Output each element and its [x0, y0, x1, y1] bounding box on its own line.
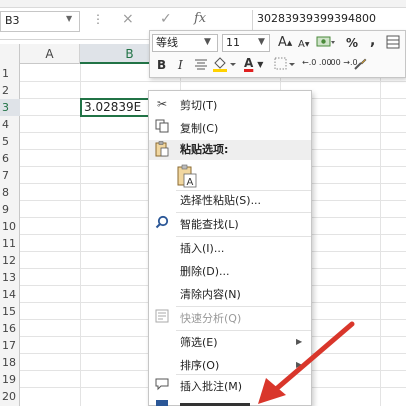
menu-item-format-cells-partial[interactable]	[180, 401, 260, 406]
menu-item-filter[interactable]	[149, 332, 311, 354]
row-header[interactable]: 1	[0, 65, 20, 82]
chevron-down-icon: ▼	[257, 60, 264, 69]
clipboard-paste-icon: A	[177, 164, 197, 188]
menu-item-paste-special-label: 选择性粘贴(S)...	[180, 194, 262, 207]
paint-bucket-icon	[213, 57, 236, 72]
menu-item-clear-contents-label: 清除内容(N)	[180, 288, 241, 301]
table-icon	[386, 35, 400, 49]
row-header[interactable]: 5	[0, 133, 20, 150]
cancel-icon[interactable]: ×	[122, 11, 134, 27]
menu-item-insert-label: 插入(I)...	[180, 242, 225, 255]
insert-function-button[interactable]: fx	[194, 11, 206, 26]
row-header[interactable]: 16	[0, 320, 20, 337]
shrink-font-button[interactable]: A▼	[298, 38, 309, 52]
menu-item-copy[interactable]	[149, 118, 311, 140]
align-icon	[195, 59, 207, 70]
brush-icon	[354, 58, 367, 70]
menu-item-insert[interactable]	[149, 238, 311, 260]
cell-value: 3.02839E	[84, 100, 142, 114]
row-header[interactable]: 17	[0, 337, 20, 354]
menu-item-cut[interactable]	[149, 95, 311, 117]
borders-button[interactable]	[274, 56, 298, 75]
format-cells-icon[interactable]	[386, 35, 400, 52]
menu-separator	[176, 330, 311, 331]
row-header[interactable]: 7	[0, 167, 20, 184]
row-header[interactable]: 9	[0, 201, 20, 218]
scissors-icon: ✂	[156, 97, 168, 111]
select-all-corner[interactable]	[0, 44, 20, 64]
menu-item-smart-lookup-label: 智能查找(L)	[180, 218, 239, 231]
row-header[interactable]: 18	[0, 354, 20, 371]
row-header[interactable]: 10	[0, 218, 20, 235]
svg-text:A: A	[187, 177, 194, 188]
grow-font-button[interactable]: A▲	[278, 36, 292, 50]
border-icon	[274, 57, 295, 70]
submenu-arrow-icon: ▶	[296, 337, 303, 346]
menu-item-quick-analysis-label: 快速分析(Q)	[180, 312, 242, 325]
chevron-down-icon[interactable]: ▼	[204, 37, 211, 47]
chevron-down-icon[interactable]: ▼	[258, 37, 265, 47]
column-header-a[interactable]: A	[20, 44, 80, 64]
align-center-icon[interactable]	[194, 57, 208, 74]
paste-option-keep-source[interactable]: A	[176, 164, 198, 188]
row-header[interactable]: 13	[0, 269, 20, 286]
grow-font-label: A	[278, 35, 287, 50]
format-painter-button[interactable]	[352, 56, 368, 75]
bold-button[interactable]: B	[157, 58, 166, 72]
shrink-font-label: A	[298, 39, 305, 50]
row-header[interactable]: 19	[0, 371, 20, 388]
grid-line	[20, 81, 406, 82]
submenu-arrow-icon: ▶	[296, 360, 303, 369]
menu-item-filter-label: 筛选(E)	[180, 336, 218, 349]
enter-icon[interactable]: ✓	[160, 11, 172, 27]
row-header[interactable]: 20	[0, 388, 20, 405]
row-header[interactable]: 2	[0, 82, 20, 99]
menu-item-delete[interactable]	[149, 261, 311, 283]
copy-icon	[154, 119, 170, 135]
menu-separator	[176, 306, 311, 307]
menu-item-sort-label: 排序(O)	[180, 359, 220, 372]
row-header[interactable]: 12	[0, 252, 20, 269]
italic-button[interactable]: I	[178, 58, 183, 72]
menu-item-insert-comment-label: 插入批注(M)	[180, 380, 243, 393]
paste-options-header	[149, 140, 311, 160]
chevron-down-icon[interactable]: ▼	[66, 14, 72, 23]
row-header[interactable]: 14	[0, 286, 20, 303]
paste-options-label: 粘贴选项:	[180, 143, 229, 156]
format-cells-icon	[154, 399, 170, 406]
search-icon	[154, 215, 170, 231]
formula-input[interactable]: 30283939399394800	[252, 10, 406, 32]
fill-color-button[interactable]	[212, 56, 238, 75]
currency-icon	[316, 36, 335, 47]
up-small-icon: ▲	[286, 39, 293, 47]
font-color-button[interactable]: A ▼	[244, 56, 263, 72]
row-header[interactable]: 15	[0, 303, 20, 320]
percent-button[interactable]: %	[346, 36, 358, 50]
row-header[interactable]: 8	[0, 184, 20, 201]
number-format-icon[interactable]	[316, 34, 336, 53]
menu-separator	[176, 374, 311, 375]
clipboard-icon	[154, 141, 170, 157]
font-color-letter: A	[244, 56, 254, 70]
more-icon: ⋮	[92, 12, 104, 26]
ribbon-edge	[0, 0, 406, 8]
menu-separator	[176, 236, 311, 237]
quick-analysis-icon	[154, 309, 170, 325]
down-small-icon: ▼	[304, 41, 310, 48]
row-header[interactable]: 3	[0, 99, 20, 116]
row-header[interactable]: 11	[0, 235, 20, 252]
menu-item-cut-label: 剪切(T)	[180, 99, 218, 112]
row-header[interactable]: 4	[0, 116, 20, 133]
menu-item-delete-label: 删除(D)...	[180, 265, 230, 278]
comment-icon	[154, 377, 170, 393]
comma-style-button[interactable]: ,	[370, 34, 375, 48]
row-header[interactable]: 6	[0, 150, 20, 167]
menu-item-copy-label: 复制(C)	[180, 122, 219, 135]
menu-separator	[176, 212, 311, 213]
